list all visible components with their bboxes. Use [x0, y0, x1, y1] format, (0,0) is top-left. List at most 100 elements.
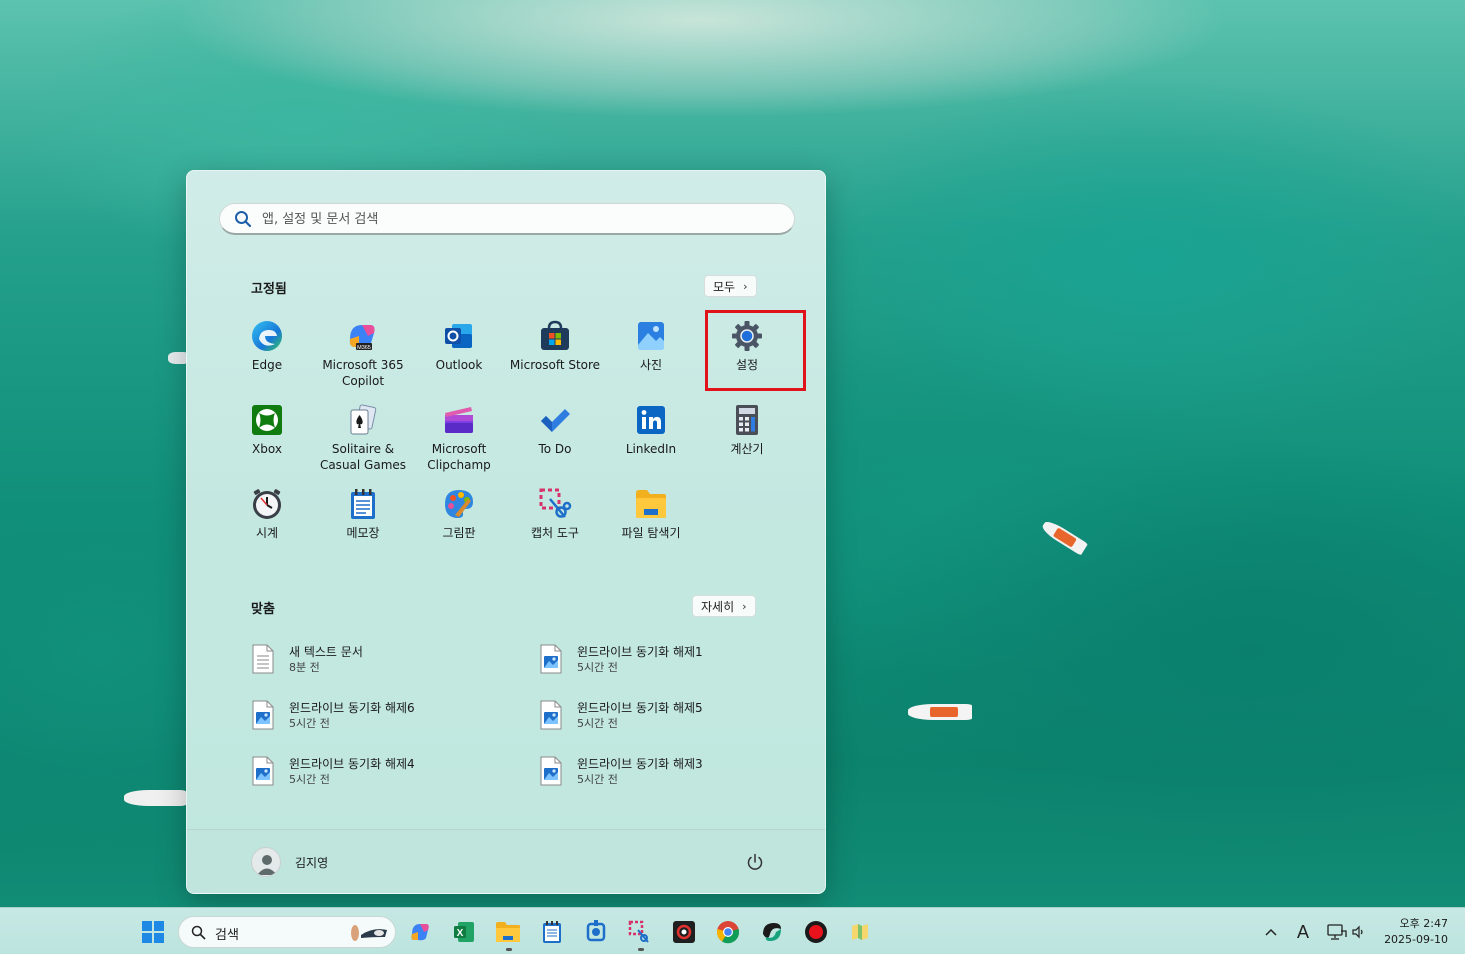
pinned-app-clock[interactable]: 시계: [219, 481, 315, 561]
user-icon: [257, 855, 277, 875]
recommended-item-name: 윈드라이브 동기화 해제5: [577, 700, 703, 715]
taskbar-recorder[interactable]: [800, 916, 832, 948]
pinned-app-photos[interactable]: 사진: [603, 313, 699, 393]
recommended-item-name: 윈드라이브 동기화 해제6: [289, 700, 415, 715]
recommended-item-time: 5시간 전: [577, 660, 618, 674]
calculator-icon: [730, 403, 764, 437]
linkedin-icon: [634, 403, 668, 437]
recommended-item[interactable]: 윈드라이브 동기화 해제1 5시간 전: [533, 637, 793, 681]
recommended-item-text: 윈드라이브 동기화 해제1 5시간 전: [577, 644, 703, 675]
pinned-app-file-explorer[interactable]: 파일 탐색기: [603, 481, 699, 561]
start-button[interactable]: [136, 915, 170, 949]
pinned-app-label: 사진: [639, 358, 663, 372]
recommended-item-text: 윈드라이브 동기화 해제3 5시간 전: [577, 756, 703, 787]
store-icon: [538, 319, 572, 353]
recommended-item[interactable]: 새 텍스트 문서 8분 전: [245, 637, 505, 681]
taskbar-excel[interactable]: X: [448, 916, 480, 948]
pinned-app-edge[interactable]: Edge: [219, 313, 315, 393]
pinned-app-paint[interactable]: 그림판: [411, 481, 507, 561]
camera-app-icon: [673, 921, 695, 943]
taskbar: 검색 X A 오후 2:47 2025-09-10: [0, 907, 1465, 954]
taskbar-camera-app[interactable]: [668, 916, 700, 948]
taskbar-file-explorer[interactable]: [492, 916, 524, 948]
start-search-box[interactable]: [219, 203, 795, 235]
running-indicator: [638, 948, 644, 951]
pinned-app-outlook[interactable]: Outlook: [411, 313, 507, 393]
copilot-icon: [411, 924, 429, 941]
pinned-app-todo[interactable]: To Do: [507, 397, 603, 477]
wallpaper-boat: [168, 352, 186, 364]
recommended-item[interactable]: 윈드라이브 동기화 해제4 5시간 전: [245, 749, 505, 793]
pinned-app-xbox[interactable]: Xbox: [219, 397, 315, 477]
pinned-app-label: 시계: [255, 526, 279, 540]
all-apps-button[interactable]: 모두 ›: [704, 275, 757, 297]
pinned-app-label: 캡처 도구: [531, 526, 579, 540]
recommended-item-name: 새 텍스트 문서: [289, 644, 363, 659]
taskbar-app[interactable]: [756, 916, 788, 948]
taskbar-snipping-tool[interactable]: [624, 916, 656, 948]
start-menu: 고정됨 모두 › Edge M365 Microsoft 365 Copilot Ou…: [186, 170, 826, 894]
pinned-app-label: To Do: [538, 442, 572, 456]
excel-icon: X: [454, 922, 474, 942]
user-avatar[interactable]: [251, 847, 281, 877]
pinned-app-label: Xbox: [252, 442, 282, 456]
pinned-app-label: 그림판: [442, 526, 476, 540]
taskbar-notepad[interactable]: [536, 916, 568, 948]
photos-icon: [634, 319, 668, 353]
network-volume-button[interactable]: [1322, 916, 1370, 948]
pinned-app-notepad[interactable]: 메모장: [315, 481, 411, 561]
recommended-item-time: 8분 전: [289, 660, 320, 674]
ime-indicator[interactable]: A: [1290, 916, 1316, 948]
windows-logo-icon: [142, 921, 164, 943]
pinned-app-label: Microsoft Clipchamp: [427, 442, 491, 472]
pinned-app-label: Solitaire & Casual Games: [319, 442, 407, 472]
recommended-item[interactable]: 윈드라이브 동기화 해제6 5시간 전: [245, 693, 505, 737]
pinned-app-calculator[interactable]: 계산기: [699, 397, 795, 477]
chevron-right-icon: ›: [743, 279, 748, 293]
pinned-app-linkedin[interactable]: LinkedIn: [603, 397, 699, 477]
pinned-app-store[interactable]: Microsoft Store: [507, 313, 603, 393]
volume-icon: [1352, 925, 1363, 939]
taskbar-chrome[interactable]: [712, 916, 744, 948]
recommended-item-time: 5시간 전: [289, 716, 330, 730]
power-icon[interactable]: [745, 852, 765, 872]
recommended-item[interactable]: 윈드라이브 동기화 해제5 5시간 전: [533, 693, 793, 737]
clock-area[interactable]: 오후 2:47 2025-09-10: [1376, 915, 1448, 946]
pinned-app-label: 파일 탐색기: [621, 526, 681, 540]
recommended-item-time: 5시간 전: [577, 716, 618, 730]
pinned-app-m365-copilot[interactable]: M365 Microsoft 365 Copilot: [315, 313, 411, 393]
chevron-right-icon: ›: [742, 599, 747, 613]
start-search-input[interactable]: [262, 208, 762, 230]
xbox-icon: [250, 403, 284, 437]
chrome-icon: [716, 921, 740, 944]
snipping-tool-icon: [538, 487, 572, 521]
search-icon: [191, 925, 206, 940]
search-highlight-icon: [351, 925, 387, 941]
recommended-item[interactable]: 윈드라이브 동기화 해제3 5시간 전: [533, 749, 793, 793]
pinned-app-solitaire[interactable]: Solitaire & Casual Games: [315, 397, 411, 477]
taskbar-search-label: 검색: [215, 928, 239, 943]
todo-icon: [538, 403, 572, 437]
recommended-item-text: 새 텍스트 문서 8분 전: [289, 644, 363, 675]
image-file-icon: [539, 700, 563, 730]
pinned-app-snipping-tool[interactable]: 캡처 도구: [507, 481, 603, 561]
network-icon: [1327, 924, 1347, 940]
snipping-tool-icon: [628, 920, 649, 943]
pinned-app-label: Edge: [251, 358, 283, 372]
pinned-app-clipchamp[interactable]: Microsoft Clipchamp: [411, 397, 507, 477]
wallpaper-boat: [124, 790, 186, 806]
edge-icon: [250, 319, 284, 353]
image-file-icon: [539, 644, 563, 674]
taskbar-app-capture[interactable]: [580, 916, 612, 948]
screen-capture-icon: [586, 920, 606, 942]
taskbar-search[interactable]: 검색: [178, 916, 396, 948]
taskbar-copilot[interactable]: [404, 916, 436, 948]
recommended-item-time: 5시간 전: [577, 772, 618, 786]
more-recommended-button[interactable]: 자세히 ›: [692, 595, 756, 617]
show-hidden-icons-button[interactable]: [1260, 916, 1282, 948]
taskbar-app-map[interactable]: [844, 916, 876, 948]
user-name[interactable]: 김지영: [295, 854, 328, 871]
pinned-app-label: 메모장: [346, 526, 380, 540]
pinned-app-label: Outlook: [435, 358, 483, 372]
pinned-app-label: Microsoft Store: [509, 358, 601, 372]
